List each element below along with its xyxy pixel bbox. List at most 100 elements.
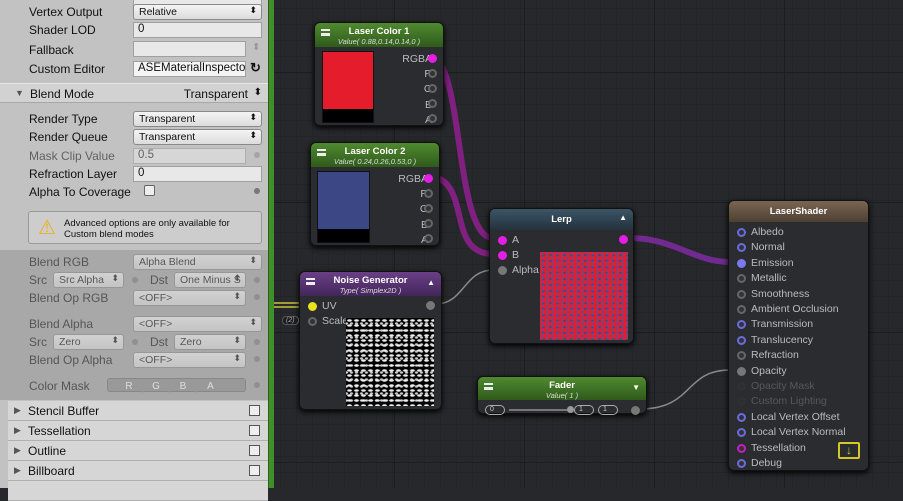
value-field[interactable]: 1	[574, 405, 594, 415]
port-scale-dot[interactable]	[308, 317, 317, 326]
port-r-dot[interactable]	[424, 189, 433, 198]
output-dot[interactable]	[631, 406, 640, 415]
output-dot[interactable]	[619, 235, 628, 244]
foldout-tessellation[interactable]: ▶ Tessellation	[8, 421, 268, 441]
input-port-albedo[interactable]: Albedo	[737, 226, 784, 238]
max-field[interactable]: 1	[598, 405, 618, 415]
color-swatch[interactable]	[322, 51, 374, 123]
scale-value-badge[interactable]: (2)	[282, 316, 299, 325]
vertex-output-dropdown[interactable]: Relative ⬍	[133, 4, 262, 20]
port-dot[interactable]	[737, 397, 746, 407]
mask-clip-dot[interactable]	[254, 152, 260, 158]
input-port-translucency[interactable]: Translucency	[737, 334, 813, 346]
port-b-dot[interactable]	[424, 219, 433, 228]
enable-checkbox[interactable]	[249, 405, 260, 416]
enable-checkbox[interactable]	[249, 425, 260, 436]
reset-icon[interactable]: ↻	[250, 60, 261, 76]
input-port-normal[interactable]: Normal	[737, 241, 785, 253]
collapse-icon[interactable]: ▲	[619, 213, 627, 222]
node-noise-generator[interactable]: Noise Generator Type( Simplex2D ) ▲ UV Sca…	[299, 271, 442, 410]
port-dot[interactable]	[737, 320, 746, 330]
port-dot[interactable]	[737, 351, 746, 361]
port-g[interactable]: G	[399, 82, 432, 97]
node-fader[interactable]: Fader Value( 1 ) ▼ 0 1 1	[477, 376, 647, 415]
port-dot[interactable]	[737, 459, 746, 468]
enable-checkbox[interactable]	[249, 445, 260, 456]
port-a-dot[interactable]	[424, 234, 433, 243]
port-b[interactable]: B	[399, 98, 432, 113]
slider-knob[interactable]	[567, 406, 574, 413]
port-dot[interactable]	[737, 228, 746, 237]
input-port-transmission[interactable]: Transmission	[737, 318, 813, 330]
port-dot[interactable]	[737, 382, 746, 391]
shader-lod-field[interactable]: 0	[133, 22, 262, 38]
collapse-icon[interactable]: ▲	[427, 278, 435, 287]
port-dot[interactable]	[737, 443, 746, 453]
input-port-refraction[interactable]: Refraction	[737, 349, 799, 361]
foldout-outline[interactable]: ▶ Outline	[8, 441, 268, 461]
input-port-local-vertex-normal[interactable]: Local Vertex Normal	[737, 426, 846, 438]
input-port-custom-lighting[interactable]: Custom Lighting	[737, 395, 827, 407]
input-port-opacity-mask[interactable]: Opacity Mask	[737, 380, 815, 392]
input-port-debug[interactable]: Debug	[737, 457, 782, 469]
port-a-dot[interactable]	[498, 236, 507, 245]
input-port-ambient-occlusion[interactable]: Ambient Occlusion	[737, 303, 839, 315]
node-laser-shader[interactable]: LaserShader Albedo Normal Emission Metallic…	[728, 200, 869, 471]
min-field[interactable]: 0	[485, 405, 505, 415]
port-g-dot[interactable]	[424, 204, 433, 213]
port-dot[interactable]	[737, 274, 746, 284]
node-lerp[interactable]: Lerp ▲ A B Alpha	[489, 208, 634, 344]
port-rgba[interactable]: RGBA	[395, 172, 428, 187]
alpha-to-coverage-dot[interactable]	[254, 188, 260, 194]
refraction-layer-field[interactable]: 0	[133, 166, 262, 182]
port-a-dot[interactable]	[428, 114, 437, 123]
port-r[interactable]: R	[399, 67, 432, 82]
port-dot[interactable]	[737, 335, 746, 345]
foldout-next[interactable]	[8, 481, 268, 501]
menu-icon[interactable]	[484, 383, 493, 390]
input-port-metallic[interactable]: Metallic	[737, 272, 787, 284]
input-port-smoothness[interactable]: Smoothness	[737, 288, 809, 300]
port-dot[interactable]	[737, 366, 746, 376]
port-rgba-dot[interactable]	[424, 174, 433, 183]
panel-splitter[interactable]	[268, 0, 274, 488]
port-dot[interactable]	[737, 258, 746, 268]
node-laser-color-2[interactable]: Laser Color 2 Value( 0.24,0.26,0.53,0 ) R…	[310, 142, 440, 246]
port-dot[interactable]	[737, 289, 746, 299]
blend-mode-value[interactable]: Transparent	[184, 87, 248, 101]
blend-mode-header[interactable]: ▼ Blend Mode Transparent ⬍	[0, 83, 268, 103]
foldout-billboard[interactable]: ▶ Billboard	[8, 461, 268, 481]
port-a[interactable]: A	[399, 113, 432, 128]
port-dot[interactable]	[737, 412, 746, 422]
fallback-field[interactable]	[133, 41, 246, 57]
port-g-dot[interactable]	[428, 84, 437, 93]
port-b-dot[interactable]	[498, 251, 507, 260]
save-icon[interactable]: ↓	[838, 442, 860, 459]
input-port-emission[interactable]: Emission	[737, 257, 794, 269]
port-dot[interactable]	[737, 428, 746, 438]
input-port-tessellation[interactable]: Tessellation	[737, 442, 806, 454]
collapse-icon[interactable]: ▼	[632, 383, 640, 392]
color-swatch[interactable]	[317, 171, 370, 243]
alpha-to-coverage-checkbox[interactable]	[144, 185, 155, 196]
port-rgba[interactable]: RGBA	[399, 52, 432, 67]
port-b[interactable]: B	[395, 218, 428, 233]
menu-icon[interactable]	[321, 29, 330, 36]
port-uv-dot[interactable]	[308, 302, 317, 311]
port-b-dot[interactable]	[428, 99, 437, 108]
enable-checkbox[interactable]	[249, 465, 260, 476]
port-r-dot[interactable]	[428, 69, 437, 78]
render-type-dropdown[interactable]: Transparent ⬍	[133, 111, 262, 127]
port-r[interactable]: R	[395, 187, 428, 202]
port-alpha-dot[interactable]	[498, 266, 507, 275]
port-rgba-dot[interactable]	[428, 54, 437, 63]
input-port-local-vertex-offset[interactable]: Local Vertex Offset	[737, 411, 840, 423]
fallback-stepper-icon[interactable]: ⬍	[252, 42, 260, 53]
menu-icon[interactable]	[306, 278, 315, 285]
fader-slider[interactable]	[509, 406, 574, 413]
port-g[interactable]: G	[395, 202, 428, 217]
custom-editor-field[interactable]: ASEMaterialInspecto	[133, 61, 246, 77]
port-dot[interactable]	[737, 243, 746, 253]
input-port-opacity[interactable]: Opacity	[737, 365, 787, 377]
render-queue-dropdown[interactable]: Transparent ⬍	[133, 129, 262, 145]
